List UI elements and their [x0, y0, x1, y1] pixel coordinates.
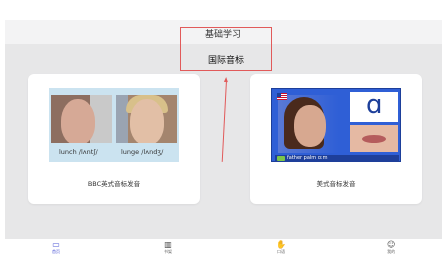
hand-icon: ✋ — [276, 240, 286, 249]
user-icon: ☺ — [387, 240, 396, 249]
mouth-closeup-image — [350, 125, 398, 152]
bottom-nav: ▭ 首页 ▥ 书架 ✋ 口语 ☺ 我的 — [0, 239, 447, 255]
nav-label: 首页 — [52, 249, 60, 254]
example-words-strip: father palm ɑ:m — [275, 155, 399, 162]
nav-item-bookshelf[interactable]: ▥ 书架 — [164, 240, 172, 255]
card-title: 美式音标发音 — [316, 180, 356, 188]
us-flag-icon — [277, 93, 287, 100]
profile-face-image — [51, 95, 112, 143]
nav-item-profile[interactable]: ☺ 我的 — [387, 240, 396, 255]
book-icon: ▥ — [164, 240, 172, 249]
phonetic-letter-panel: ɑ — [350, 90, 398, 122]
nav-item-speaking[interactable]: ✋ 口语 — [276, 240, 286, 255]
play-indicator-icon — [277, 156, 285, 161]
status-bar — [0, 0, 447, 20]
word-caption-lunge: lunge /lʌndʒ/ — [121, 148, 164, 156]
nav-item-home[interactable]: ▭ 首页 — [52, 240, 60, 255]
us-pronunciation-card[interactable]: ɑ father palm ɑ:m 美式音标发音 — [250, 74, 422, 204]
word-caption-lunch: lunch /lʌntʃ/ — [59, 148, 98, 156]
nav-label: 书架 — [164, 249, 172, 254]
nav-label: 口语 — [276, 249, 285, 254]
example-words-text: father palm ɑ:m — [287, 155, 328, 161]
us-video-thumbnail[interactable]: ɑ father palm ɑ:m — [271, 88, 401, 162]
book-open-icon: ▭ — [52, 240, 60, 249]
front-face-image — [116, 95, 177, 143]
bbc-pronunciation-card[interactable]: lunch /lʌntʃ/ lunge /lʌndʒ/ BBC英式音标发音 — [28, 74, 200, 204]
highlight-box: 国际音标 — [180, 27, 272, 71]
bbc-video-thumbnail[interactable]: lunch /lʌntʃ/ lunge /lʌndʒ/ — [49, 88, 179, 162]
tab-international-phonetics[interactable]: 国际音标 — [181, 53, 271, 66]
nav-label: 我的 — [387, 249, 396, 254]
card-title: BBC英式音标发音 — [87, 180, 141, 188]
speaker-portrait-image — [278, 95, 338, 153]
phonetic-symbol: ɑ — [366, 90, 383, 120]
